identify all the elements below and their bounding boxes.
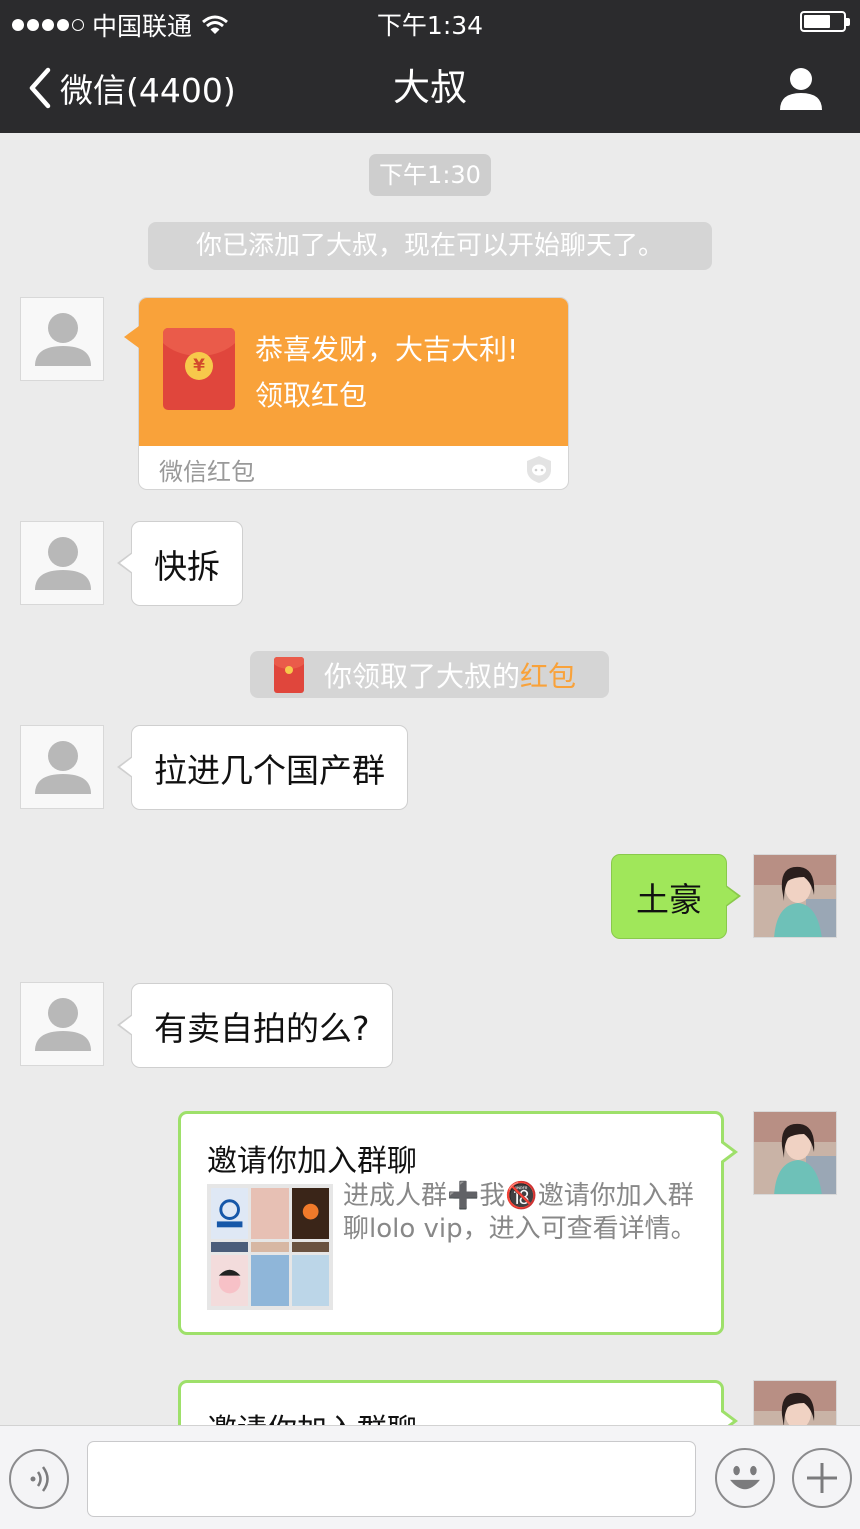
- user-photo-avatar: [754, 1112, 836, 1194]
- chat-area[interactable]: 下午1:30 你已添加了大叔，现在可以开始聊天了。 ¥ 恭喜发财，大吉大利! 领…: [0, 133, 860, 1425]
- system-message: 你已添加了大叔，现在可以开始聊天了。: [148, 222, 712, 270]
- group-avatar-grid: [207, 1184, 333, 1310]
- default-avatar-icon: [35, 537, 91, 590]
- red-packet-greeting: 恭喜发财，大吉大利!: [255, 333, 519, 366]
- message-text: 拉进几个国产群: [154, 750, 385, 790]
- default-avatar-icon: [35, 313, 91, 366]
- wechat-pay-icon: [527, 456, 551, 483]
- my-message-bubble[interactable]: 土豪: [611, 854, 741, 939]
- status-bar: 中国联通 下午1:34: [0, 0, 860, 44]
- more-button[interactable]: [792, 1448, 852, 1508]
- user-photo-avatar: [754, 855, 836, 937]
- red-packet-message[interactable]: ¥ 恭喜发财，大吉大利! 领取红包 微信红包: [124, 297, 569, 490]
- contact-avatar[interactable]: [20, 725, 104, 809]
- my-avatar[interactable]: [753, 1380, 837, 1425]
- my-avatar[interactable]: [753, 1111, 837, 1195]
- user-photo-avatar: [754, 1381, 836, 1425]
- notice-link[interactable]: 红包: [520, 655, 576, 695]
- message-input[interactable]: [87, 1441, 696, 1517]
- chat-title: 大叔: [393, 66, 467, 109]
- contact-avatar[interactable]: [20, 982, 104, 1066]
- profile-icon[interactable]: [778, 66, 824, 112]
- input-bar: [0, 1425, 860, 1529]
- nav-bar: 微信(4400) 大叔: [0, 44, 860, 133]
- red-envelope-icon: ¥: [163, 328, 235, 410]
- battery-icon: [800, 11, 850, 32]
- emoji-button[interactable]: [715, 1448, 775, 1508]
- contact-avatar[interactable]: [20, 521, 104, 605]
- message-bubble[interactable]: 拉进几个国产群: [117, 725, 408, 810]
- default-avatar-icon: [35, 998, 91, 1051]
- plus-icon: [807, 1463, 837, 1493]
- group-invite-card[interactable]: 邀请你加入群聊: [178, 1380, 738, 1425]
- red-packet-action: 领取红包: [255, 379, 368, 412]
- timestamp: 下午1:30: [369, 154, 491, 196]
- emoji-icon: [730, 1465, 760, 1490]
- message-text: 快拆: [154, 546, 220, 586]
- message-bubble[interactable]: 快拆: [117, 521, 243, 606]
- invite-description: 进成人群➕我🔞邀请你加入群聊lolo vip，进入可查看详情。: [343, 1181, 697, 1244]
- red-packet-small-icon: [274, 656, 304, 693]
- contact-avatar[interactable]: [20, 297, 104, 381]
- voice-button[interactable]: [9, 1449, 69, 1509]
- invite-title: 邀请你加入群聊: [207, 1405, 417, 1425]
- red-packet-notice[interactable]: 你领取了大叔的 红包: [250, 651, 609, 698]
- default-avatar-icon: [35, 741, 91, 794]
- status-time: 下午1:34: [376, 11, 484, 40]
- red-packet-body: ¥ 恭喜发财，大吉大利! 领取红包: [139, 298, 568, 446]
- group-invite-card[interactable]: 邀请你加入群聊 进成人群➕我🔞邀请你加入群聊lolo vip，进入可查看详情。: [178, 1111, 738, 1335]
- message-text: 有卖自拍的么?: [154, 1008, 370, 1048]
- invite-title: 邀请你加入群聊: [207, 1144, 417, 1179]
- voice-icon: [30, 1466, 49, 1492]
- my-avatar[interactable]: [753, 854, 837, 938]
- message-bubble[interactable]: 有卖自拍的么?: [117, 983, 393, 1068]
- notice-text: 你领取了大叔的: [324, 659, 521, 693]
- message-text: 土豪: [636, 879, 702, 919]
- red-packet-footer: 微信红包: [159, 458, 255, 486]
